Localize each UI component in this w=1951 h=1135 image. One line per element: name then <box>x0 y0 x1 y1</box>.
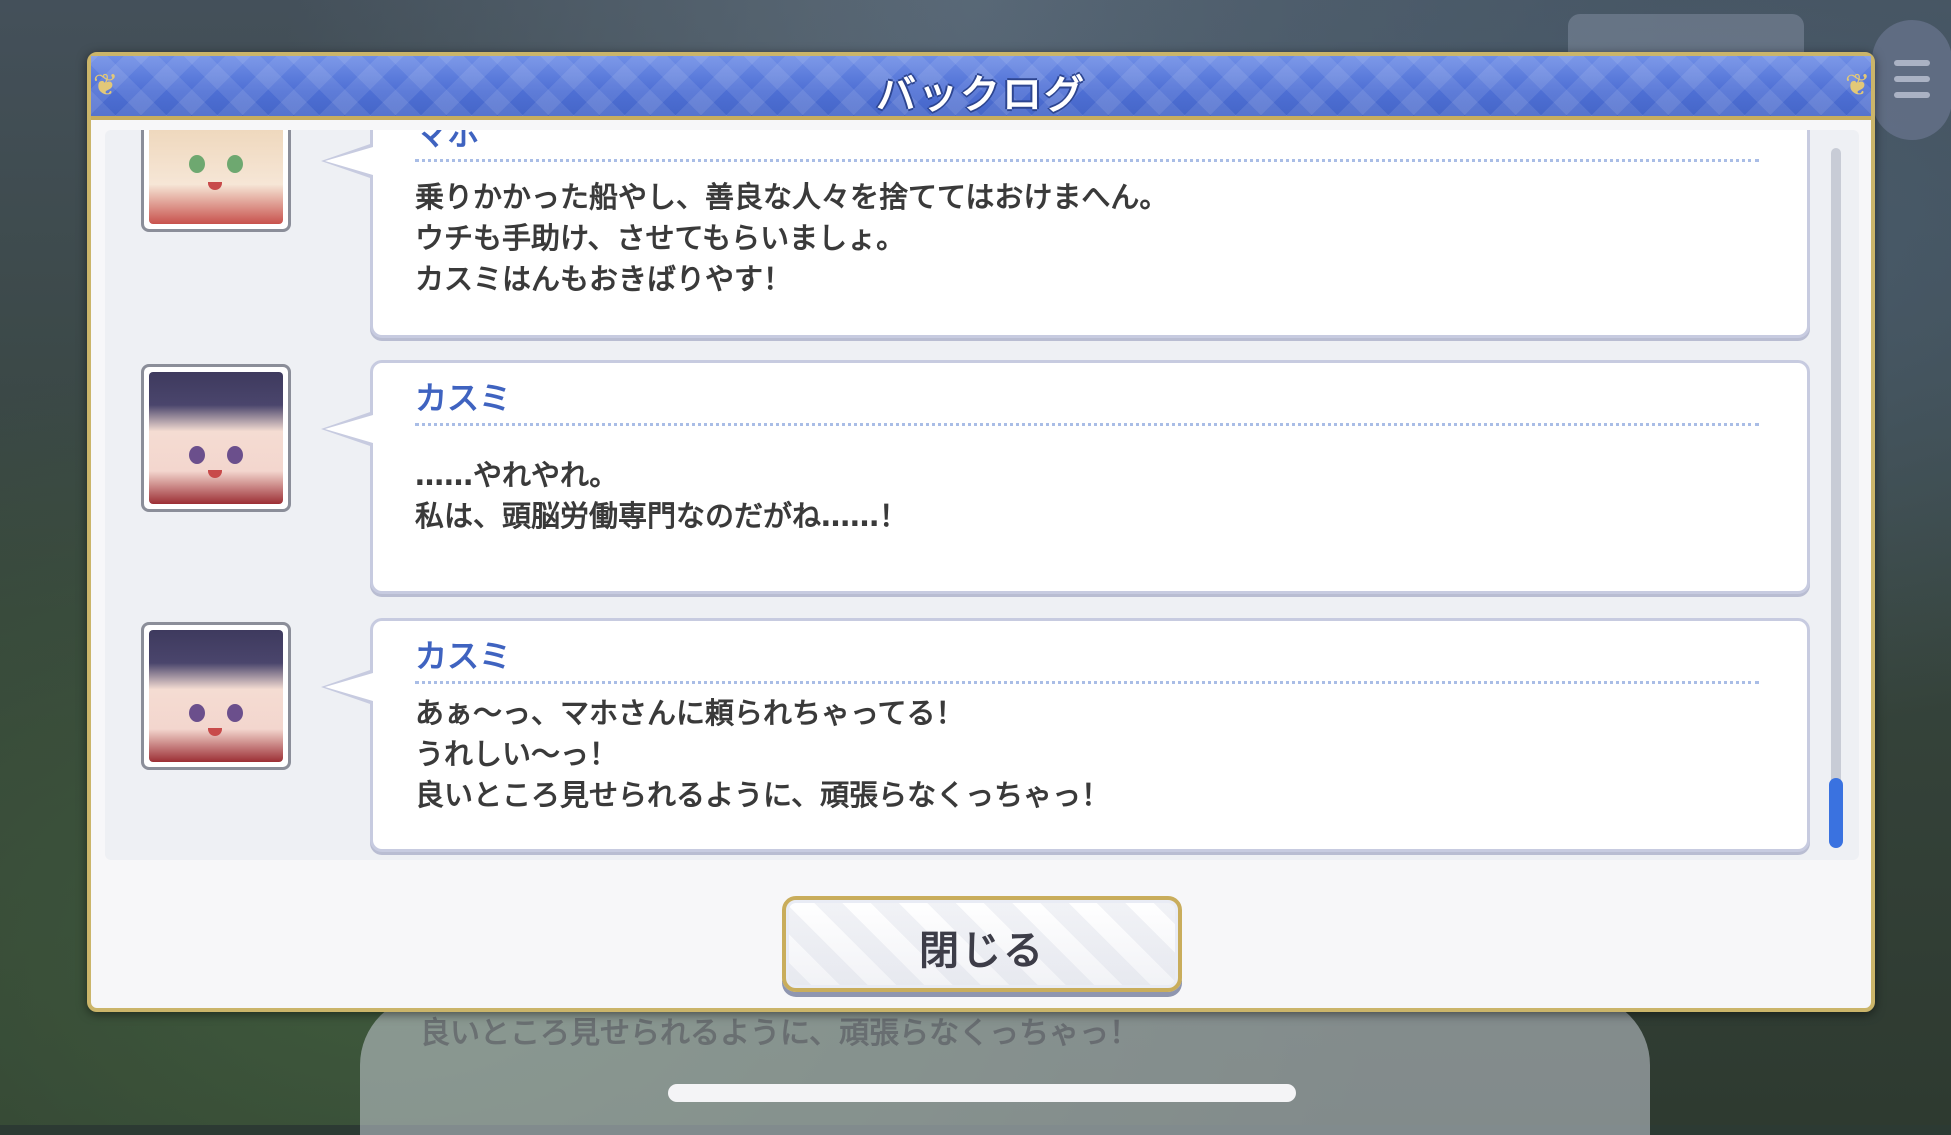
message-bubble: カスミ あぁ〜っ、マホさんに頼られちゃってる！ うれしい〜っ！ 良いところ見せら… <box>321 618 1810 852</box>
message-line: ウチも手助け、させてもらいましょ。 <box>415 221 906 255</box>
message-line: うれしい〜っ！ <box>415 737 619 771</box>
close-button[interactable]: 閉じる <box>782 896 1182 992</box>
message-bubble: マホ 乗りかかった船やし、善良な人々を捨ててはおけまへん。 ウチも手助け、させて… <box>321 130 1810 338</box>
message-line: 良いところ見せられるように、頑張らなくっちゃっ！ <box>415 778 1111 812</box>
character-portrait-kasumi <box>149 372 283 504</box>
dialog-title: バックログ <box>876 72 1086 118</box>
message-line: カスミはんもおきばりやす！ <box>415 262 793 296</box>
close-button-label: 閉じる <box>919 928 1045 974</box>
character-portrait-kasumi <box>149 630 283 762</box>
scrollbar-thumb[interactable] <box>1829 778 1843 848</box>
message-line: あぁ〜っ、マホさんに頼られちゃってる！ <box>415 696 965 730</box>
backlog-list[interactable]: マホ 乗りかかった船やし、善良な人々を捨ててはおけまへん。 ウチも手助け、させて… <box>105 130 1859 860</box>
avatar <box>141 364 291 512</box>
avatar <box>141 622 291 770</box>
backlog-dialog: ❦ バックログ ❦ マホ 乗りかかった船やし、善良な人々を捨ててはおけまへん。 … <box>87 52 1875 1012</box>
divider <box>415 159 1759 162</box>
message-line: ……やれやれ。 <box>415 458 619 492</box>
message-text: ……やれやれ。 私は、頭脳労働専門なのだがね……！ <box>415 455 1767 537</box>
dialog-titlebar: ❦ バックログ ❦ <box>91 56 1871 120</box>
message-bubble: カスミ ……やれやれ。 私は、頭脳労働専門なのだがね……！ <box>321 360 1810 594</box>
speaker-name: カスミ <box>415 637 512 675</box>
background-message-text: 良いところ見せられるように、頑張らなくっちゃっ！ <box>420 1016 1140 1051</box>
scrollbar[interactable] <box>1829 148 1843 848</box>
speaker-name: マホ <box>415 130 480 153</box>
message-line: 私は、頭脳労働専門なのだがね……！ <box>415 499 909 533</box>
character-portrait-maho <box>149 130 283 224</box>
message-line: 乗りかかった船やし、善良な人々を捨ててはおけまへん。 <box>415 180 1169 214</box>
speaker-name: カスミ <box>415 379 512 417</box>
corner-ornament-icon: ❦ <box>1845 68 1871 103</box>
message-text: あぁ〜っ、マホさんに頼られちゃってる！ うれしい〜っ！ 良いところ見せられるよう… <box>415 693 1767 816</box>
divider <box>415 681 1759 684</box>
message-text: 乗りかかった船やし、善良な人々を捨ててはおけまへん。 ウチも手助け、させてもらい… <box>415 177 1767 300</box>
menu-icon <box>1872 20 1951 140</box>
divider <box>415 423 1759 426</box>
avatar <box>141 130 291 232</box>
home-indicator[interactable] <box>668 1084 1296 1102</box>
